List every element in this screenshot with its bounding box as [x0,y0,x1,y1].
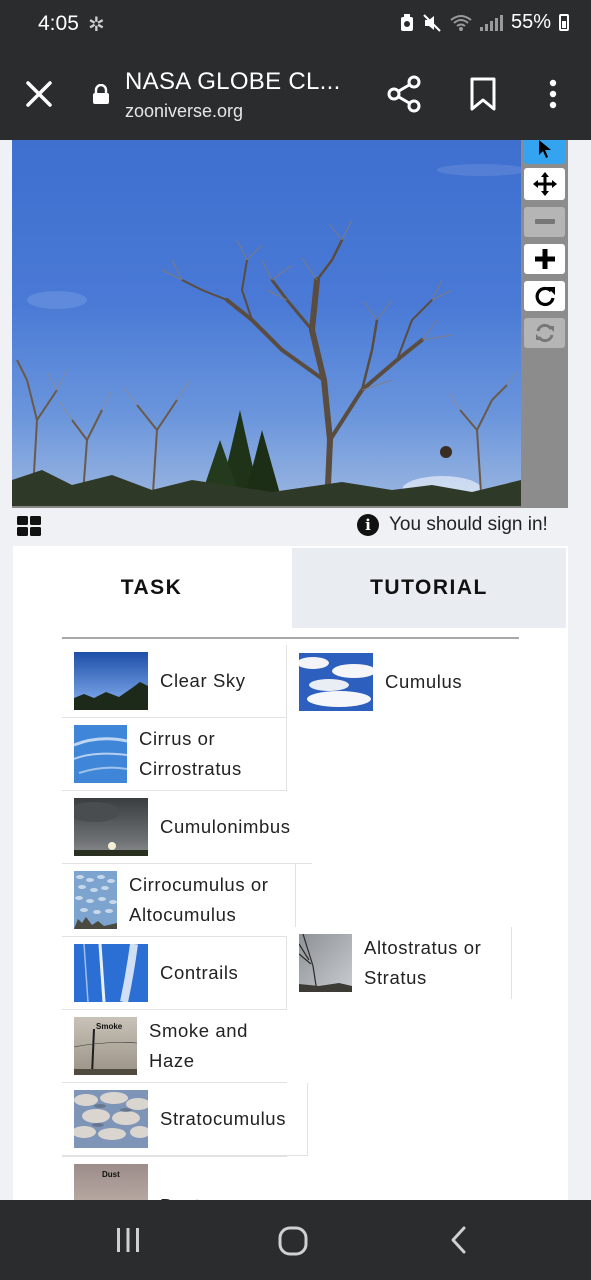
signal-icon [479,14,503,31]
sync-icon: ✲ [88,14,105,36]
home-icon[interactable] [276,1222,310,1258]
subject-image[interactable] [12,140,521,508]
tab-tutorial[interactable]: TUTORIAL [290,546,568,630]
choice-label: Cirrocumulus or Altocumulus [129,874,269,925]
choice-label: Stratocumulus [160,1108,287,1129]
lock-icon [93,84,109,104]
choice-cumulus[interactable]: Cumulus [287,645,507,718]
rotate-button[interactable] [524,281,565,311]
sign-in-notice[interactable]: i You should sign in! [357,514,548,536]
choice-label: Cumulus [385,670,463,692]
plus-icon [534,249,555,269]
status-icons: 55% [400,11,569,34]
status-time: 4:05 [38,12,79,35]
task-panel: Clear Sky Cumulus Cirrus or Cirrostratus… [13,630,568,1200]
refresh-icon [535,323,554,343]
choice-label: Dust [160,1191,200,1200]
dust-thumb-text: Dust [102,1170,120,1179]
back-icon[interactable] [446,1222,472,1258]
choice-dust[interactable]: Dust Dust [62,1156,287,1200]
choice-contrails[interactable]: Contrails [62,937,287,1010]
choice-cirrocumulus[interactable]: Cirrocumulus or Altocumulus [62,864,296,937]
choice-label: Smoke and Haze [149,1020,248,1071]
web-content: i You should sign in! TASK TUTORIAL Clea… [0,140,591,1200]
minus-icon [534,219,555,224]
choice-clear-sky[interactable]: Clear Sky [62,645,287,718]
choice-stratocumulus[interactable]: Stratocumulus [62,1083,308,1156]
recent-apps-icon[interactable] [113,1222,143,1258]
cirrus-thumbnail [74,725,127,783]
contrails-thumbnail [74,944,148,1002]
mute-icon [423,13,441,32]
clear-sky-thumbnail [74,652,148,710]
choice-cumulonimbus[interactable]: Cumulonimbus [62,791,312,864]
battery-percent: 55% [510,11,551,33]
move-icon [532,172,557,196]
page-url[interactable]: zooniverse.org [125,101,243,122]
cumulus-thumbnail [299,652,373,711]
divider [62,637,519,639]
zoom-out-button[interactable] [524,207,565,237]
choice-label: Cumulonimbus [160,816,291,837]
dust-thumbnail: Dust [74,1164,148,1200]
more-options-icon[interactable] [540,76,566,112]
cumulonimbus-thumbnail [74,798,148,856]
rotate-icon [535,286,555,307]
wifi-icon [450,14,472,31]
sky-photo [12,164,521,506]
choice-smoke[interactable]: Smoke Smoke and Haze [62,1010,287,1083]
image-toolbar [521,140,568,508]
choice-altostratus[interactable]: Altostratus or Stratus [287,927,512,999]
stratocumulus-thumbnail [74,1090,148,1148]
close-icon[interactable] [22,74,56,114]
altostratus-thumbnail [299,934,352,992]
system-nav-bar [0,1200,591,1280]
cirrocumulus-thumbnail [74,871,117,929]
choice-label: Clear Sky [160,670,246,691]
browser-toolbar: NASA GLOBE CL... zooniverse.org [0,50,591,140]
choice-label: Cirrus or Cirrostratus [139,728,242,779]
task-tabs: TASK TUTORIAL [13,546,568,630]
info-icon: i [357,514,379,536]
status-bar: 4:05 ✲ 55% [0,0,591,50]
smoke-thumbnail: Smoke [74,1017,137,1075]
share-icon[interactable] [386,75,422,113]
choice-label: Contrails [160,962,239,983]
pointer-tool[interactable] [524,140,565,164]
layout-grid-icon[interactable] [17,516,41,536]
bookmark-icon[interactable] [468,76,498,112]
battery-saver-icon [400,13,413,31]
sign-in-text: You should sign in! [389,514,548,535]
battery-icon [559,14,569,31]
page-title: NASA GLOBE CL... [125,68,341,95]
pointer-icon [538,140,551,158]
tab-task[interactable]: TASK [13,546,290,630]
pan-tool[interactable] [524,168,565,200]
choice-cirrus[interactable]: Cirrus or Cirrostratus [62,718,287,791]
reset-button[interactable] [524,318,565,348]
choice-label: Altostratus or Stratus [364,937,482,988]
smoke-thumb-text: Smoke [96,1022,123,1031]
zoom-in-button[interactable] [524,244,565,274]
